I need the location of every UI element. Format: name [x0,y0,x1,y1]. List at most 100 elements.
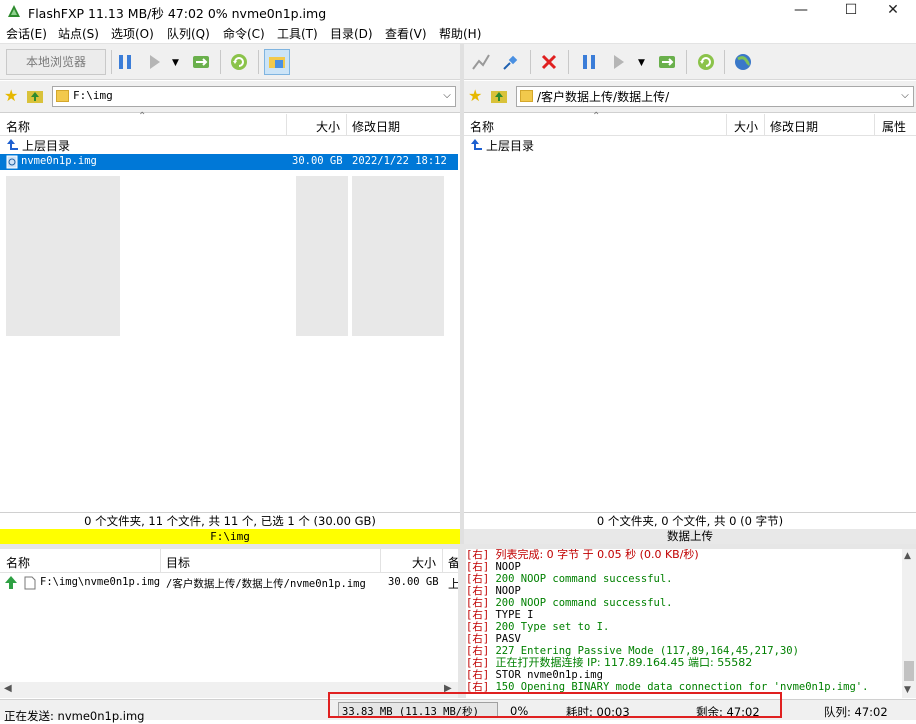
left-col-name[interactable]: 名称 [6,118,30,135]
right-site-status: 数据上传 [464,529,916,544]
menu-sites[interactable]: 站点(S) [58,25,99,42]
title-bar: FlashFXP 11.13 MB/秒 47:02 0% nvme0n1p.im… [0,0,916,22]
toolbar-separator [568,50,569,74]
maximize-button[interactable]: ☐ [828,0,874,22]
right-col-modified[interactable]: 修改日期 [770,118,818,135]
graph-icon [472,54,490,70]
star-icon[interactable]: ★ [4,86,18,105]
globe-icon [735,54,751,70]
close-button[interactable]: ✕ [870,0,916,22]
log-panel: [右] 列表完成: 0 字节 于 0.05 秒 (0.0 KB/秒) [右] N… [466,549,902,697]
right-col-size[interactable]: 大小 [734,118,758,135]
star-icon[interactable]: ★ [468,86,482,105]
parent-dir-row[interactable]: 上层目录 [0,136,458,153]
transfer-button-right[interactable] [606,49,632,75]
scroll-thumb[interactable] [904,661,914,681]
blurred-names [6,176,120,336]
menu-commands[interactable]: 命令(C) [223,25,265,42]
blurred-sizes [296,176,348,336]
menu-options[interactable]: 选项(O) [111,25,154,42]
menu-help[interactable]: 帮助(H) [439,25,481,42]
x-icon [541,54,557,70]
left-path-bar: ★ F:\img ⌵ [0,81,460,113]
folder-view-icon [269,57,285,68]
chevron-down-icon[interactable]: ⌵ [439,87,455,106]
abort-button[interactable] [536,49,562,75]
column-separator[interactable] [286,114,287,136]
column-separator[interactable] [726,114,727,136]
column-separator[interactable] [346,114,347,136]
menu-view[interactable]: 查看(V) [385,25,427,42]
menu-directory[interactable]: 目录(D) [330,25,373,42]
log-line: [右] 200 NOOP command successful. [466,597,673,609]
folder-icon [520,90,533,102]
right-col-name[interactable]: 名称 [470,118,494,135]
toolbar-separator [220,50,221,74]
queue-log-splitter[interactable] [458,549,466,698]
log-line: [右] 列表完成: 0 字节 于 0.05 秒 (0.0 KB/秒) [466,549,699,561]
pause-button-right[interactable] [576,49,602,75]
play-icon [614,55,624,69]
chevron-down-icon[interactable]: ⌵ [897,87,913,106]
right-toolbar: ▼ [464,44,916,80]
scroll-up-icon[interactable]: ▲ [904,551,911,561]
column-separator[interactable] [874,114,875,136]
column-separator[interactable] [160,549,161,573]
queue-col-name[interactable]: 名称 [6,554,30,571]
local-view-toggle[interactable] [264,49,290,75]
log-line: [右] 200 Type set to I. [466,621,610,633]
disconnect-plug-button[interactable] [498,49,524,75]
left-path-combo[interactable]: F:\img ⌵ [52,86,456,107]
blurred-file-rows [0,172,458,344]
file-size: 30.00 GB [292,155,343,167]
queue-header: 名称 目标 大小 备 [0,549,460,573]
toolbar-separator [258,50,259,74]
up-folder-icon[interactable] [26,88,44,104]
minimize-button[interactable]: — [778,0,824,22]
parent-dir-row[interactable]: 上层目录 [464,136,914,153]
menu-queue[interactable]: 队列(Q) [167,25,210,42]
left-col-size[interactable]: 大小 [316,118,340,135]
right-path-combo[interactable]: /客户数据上传/数据上传/ ⌵ [516,86,914,107]
refresh-button-right[interactable] [693,49,719,75]
chevron-down-icon[interactable]: ▼ [172,58,179,68]
chevron-down-icon[interactable]: ▼ [638,58,645,68]
refresh-button[interactable] [226,49,252,75]
site-manager-button[interactable] [730,49,756,75]
connect-button-right[interactable] [654,49,680,75]
column-separator[interactable] [764,114,765,136]
chart-button[interactable] [468,49,494,75]
toolbar-separator [530,50,531,74]
log-vertical-scrollbar[interactable]: ▲ ▼ [902,549,916,698]
pause-button[interactable] [112,49,138,75]
queue-row[interactable]: F:\img\nvme0n1p.img /客户数据上传/数据上传/nvme0n1… [0,574,460,591]
column-separator[interactable] [442,549,443,573]
left-status: 0 个文件夹, 11 个文件, 共 11 个, 已选 1 个 (30.00 GB… [0,512,460,529]
local-browser-button[interactable]: 本地浏览器 [6,49,106,75]
queue-item-size: 30.00 GB [388,576,439,588]
menu-session[interactable]: 会话(E) [6,25,47,42]
scroll-left-icon[interactable]: ◀ [4,683,12,694]
pause-icon [583,55,595,69]
log-line: [右] NOOP [466,561,521,573]
queue-col-size[interactable]: 大小 [412,554,436,571]
play-icon [150,55,160,69]
highlight-box [328,692,782,718]
log-line: [右] TYPE I [466,609,534,621]
transfer-queue-button[interactable] [142,49,168,75]
queue-item-name: F:\img\nvme0n1p.img [40,576,161,588]
scroll-down-icon[interactable]: ▼ [904,685,911,695]
right-file-list: 上层目录 [464,136,916,512]
queue-col-target[interactable]: 目标 [166,554,190,571]
menu-tools[interactable]: 工具(T) [277,25,318,42]
log-line: [右] 200 NOOP command successful. [466,573,673,585]
disk-image-icon [6,155,18,169]
left-path-status: F:\img [0,529,460,544]
menu-bar: 会话(E) 站点(S) 选项(O) 队列(Q) 命令(C) 工具(T) 目录(D… [0,22,916,44]
selected-file-row[interactable]: nvme0n1p.img 30.00 GB 2022/1/22 18:12 [0,154,458,170]
connect-button[interactable] [188,49,214,75]
left-col-modified[interactable]: 修改日期 [352,118,400,135]
right-col-attr[interactable]: 属性 [882,118,906,135]
up-folder-icon[interactable] [490,88,508,104]
column-separator[interactable] [380,549,381,573]
